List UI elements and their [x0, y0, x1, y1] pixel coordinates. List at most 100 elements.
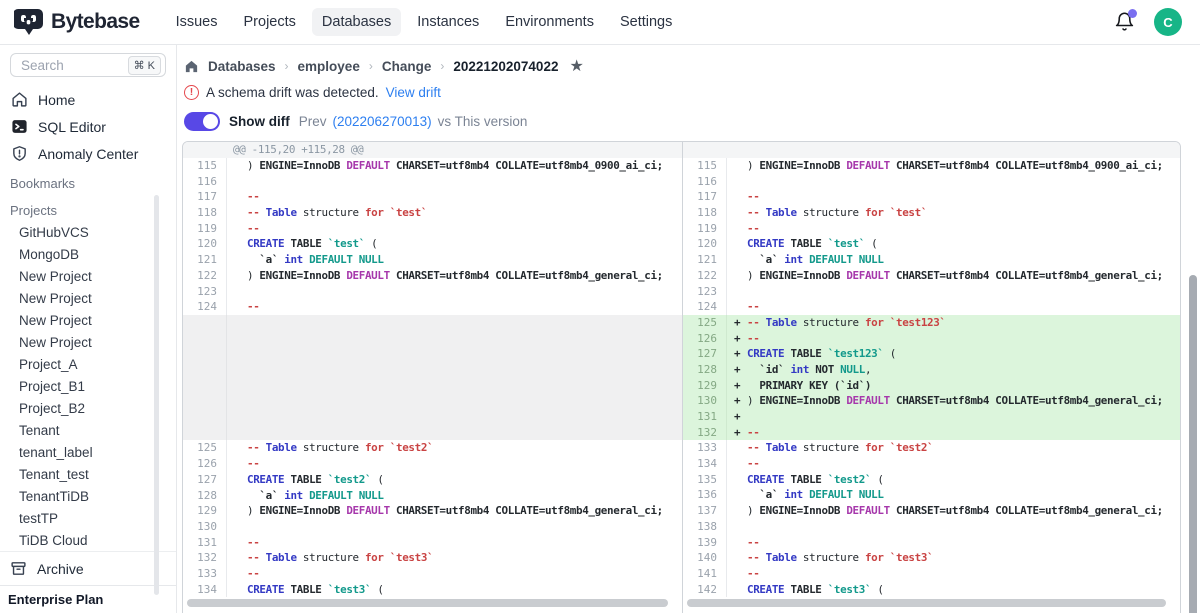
diff-line: 137) ENGINE=InnoDB DEFAULT CHARSET=utf8m…	[683, 503, 1180, 519]
sidebar-item-anomaly-center[interactable]: Anomaly Center	[0, 140, 176, 167]
bookmark-star-icon[interactable]: ★	[569, 56, 583, 76]
alert-message: A schema drift was detected.	[206, 85, 379, 100]
nav-item-settings[interactable]: Settings	[610, 8, 682, 36]
diff-line: 115) ENGINE=InnoDB DEFAULT CHARSET=utf8m…	[683, 158, 1180, 174]
line-number: 125	[683, 315, 727, 331]
diff-controls: Show diff Prev (202206270013) vs This ve…	[182, 110, 1200, 132]
user-avatar[interactable]: C	[1154, 8, 1182, 36]
diff-horizontal-scrollbar[interactable]	[187, 599, 668, 607]
project-item[interactable]: Tenant_test	[0, 463, 176, 485]
project-item[interactable]: New Project	[0, 331, 176, 353]
breadcrumb-home-icon[interactable]	[184, 59, 199, 74]
sidebar-item-label: Anomaly Center	[38, 146, 138, 162]
project-item[interactable]: New Project	[0, 309, 176, 331]
nav-item-environments[interactable]: Environments	[495, 8, 604, 36]
diff-line: 125-- Table structure for `test2`	[183, 440, 682, 456]
projects-section-label: Projects	[0, 194, 176, 221]
schema-diff-view: @@ -115,20 +115,28 @@115) ENGINE=InnoDB …	[182, 141, 1181, 613]
diff-line: 123	[683, 284, 1180, 300]
notification-unread-dot	[1128, 9, 1137, 18]
diff-line-added: 130+) ENGINE=InnoDB DEFAULT CHARSET=utf8…	[683, 393, 1180, 409]
nav-item-projects[interactable]: Projects	[234, 8, 306, 36]
project-item[interactable]: testTP	[0, 507, 176, 529]
project-item[interactable]: Tenant	[0, 419, 176, 441]
line-number: 115	[683, 158, 727, 174]
line-number: 123	[683, 284, 727, 300]
code-content	[727, 519, 1180, 535]
diff-line: 127CREATE TABLE `test2` (	[183, 472, 682, 488]
project-item[interactable]: GitHubVCS	[0, 221, 176, 243]
code-content: +--	[727, 425, 1180, 441]
project-item[interactable]: New Project	[0, 265, 176, 287]
line-number: 140	[683, 550, 727, 566]
line-number: 126	[183, 456, 227, 472]
project-item[interactable]: TiDB Cloud	[0, 529, 176, 551]
project-list: GitHubVCSMongoDBNew ProjectNew ProjectNe…	[0, 221, 176, 551]
breadcrumb-item[interactable]: employee	[298, 59, 360, 74]
breadcrumb-separator: ›	[285, 59, 289, 73]
code-content: ) ENGINE=InnoDB DEFAULT CHARSET=utf8mb4 …	[727, 268, 1180, 284]
project-item[interactable]: TenantTiDB	[0, 485, 176, 507]
home-icon	[10, 91, 28, 109]
line-number: 135	[683, 472, 727, 488]
added-line-marker: +	[734, 315, 740, 331]
sidebar-item-sql-editor[interactable]: SQL Editor	[0, 113, 176, 140]
diff-hunk-header: @@ -115,20 +115,28 @@	[183, 142, 682, 158]
code-content: +) ENGINE=InnoDB DEFAULT CHARSET=utf8mb4…	[727, 393, 1180, 409]
project-item[interactable]: Project_B1	[0, 375, 176, 397]
line-number: 123	[183, 284, 227, 300]
line-number: 133	[183, 566, 227, 582]
code-content: -- Table structure for `test3`	[727, 550, 1180, 566]
line-number: 136	[683, 487, 727, 503]
nav-item-databases[interactable]: Databases	[312, 8, 401, 36]
line-number: 134	[683, 456, 727, 472]
brand-name: Bytebase	[51, 10, 140, 34]
diff-line-added: 129+ PRIMARY KEY (`id`)	[683, 378, 1180, 394]
added-line-marker: +	[734, 425, 740, 441]
line-number: 130	[183, 519, 227, 535]
code-content: `a` int DEFAULT NULL	[227, 252, 682, 268]
prev-label: Prev	[299, 114, 327, 129]
nav-item-issues[interactable]: Issues	[166, 8, 228, 36]
code-content: CREATE TABLE `test2` (	[227, 472, 682, 488]
bytebase-logo[interactable]: Bytebase	[14, 8, 140, 36]
breadcrumb-item[interactable]: Change	[382, 59, 432, 74]
breadcrumb-item[interactable]: Databases	[208, 59, 276, 74]
code-content: --	[227, 221, 682, 237]
line-number: 133	[683, 440, 727, 456]
search-input[interactable]: Search ⌘ K	[10, 53, 166, 77]
code-content: --	[727, 299, 1180, 315]
project-item[interactable]: New Project	[0, 287, 176, 309]
nav-item-instances[interactable]: Instances	[407, 8, 489, 36]
notifications-bell-icon[interactable]	[1114, 11, 1136, 33]
project-item[interactable]: Project_A	[0, 353, 176, 375]
sidebar-item-home[interactable]: Home	[0, 86, 176, 113]
diff-line: 141--	[683, 566, 1180, 582]
diff-line-added: 127+CREATE TABLE `test123` (	[683, 346, 1180, 362]
line-number: 141	[683, 566, 727, 582]
view-drift-link[interactable]: View drift	[386, 85, 441, 100]
line-number: 124	[683, 299, 727, 315]
code-content: CREATE TABLE `test2` (	[727, 472, 1180, 488]
project-item[interactable]: Project_B2	[0, 397, 176, 419]
diff-line: 135CREATE TABLE `test2` (	[683, 472, 1180, 488]
diff-line-added: 125+-- Table structure for `test123`	[683, 315, 1180, 331]
page-vertical-scrollbar[interactable]	[1189, 275, 1197, 613]
diff-line: 121 `a` int DEFAULT NULL	[683, 252, 1180, 268]
sidebar-item-archive[interactable]: Archive	[0, 551, 176, 585]
bytebase-logo-icon	[14, 8, 44, 36]
diff-line-added: 132+--	[683, 425, 1180, 441]
diff-horizontal-scrollbar[interactable]	[687, 599, 1166, 607]
sidebar-scrollbar[interactable]	[154, 195, 159, 595]
terminal-icon	[10, 118, 28, 136]
diff-line: 119--	[683, 221, 1180, 237]
shield-icon	[10, 145, 28, 163]
show-diff-toggle[interactable]	[184, 112, 220, 131]
line-number: 131	[683, 409, 727, 425]
archive-icon	[10, 560, 27, 577]
diff-line: 118-- Table structure for `test`	[683, 205, 1180, 221]
diff-line: 123	[183, 284, 682, 300]
project-item[interactable]: tenant_label	[0, 441, 176, 463]
project-item[interactable]: MongoDB	[0, 243, 176, 265]
prev-version-link[interactable]: (202206270013)	[333, 114, 432, 129]
